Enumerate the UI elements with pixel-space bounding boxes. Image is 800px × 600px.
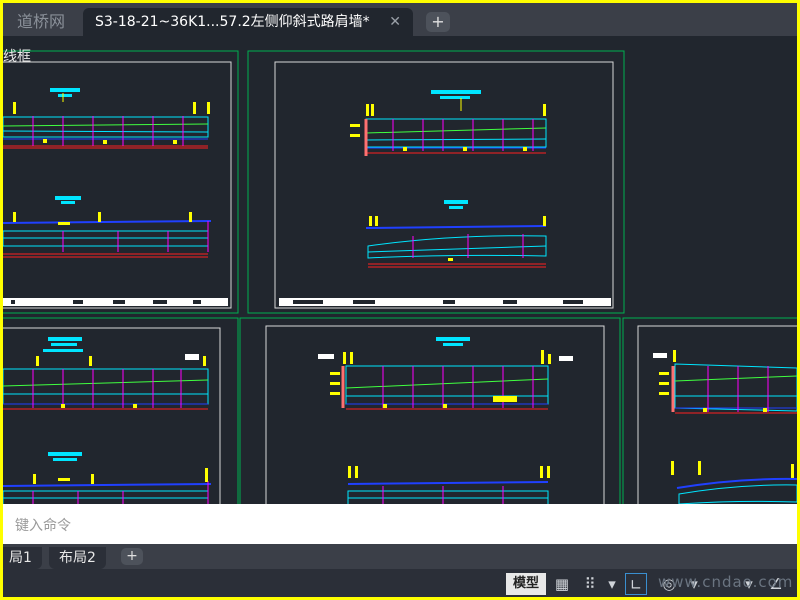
viewport-label[interactable]: 线框: [3, 46, 31, 66]
sheet-frame-3: [3, 317, 239, 504]
command-input-placeholder[interactable]: 键入命令: [15, 515, 71, 535]
snap-icon[interactable]: ⠿: [579, 573, 601, 595]
sheet-inner-1: [3, 61, 232, 309]
dropdown-icon[interactable]: ▾: [601, 573, 623, 595]
tab-active-drawing[interactable]: S3-18-21~36K1...57.2左侧仰斜式路肩墙* ✕: [83, 8, 413, 36]
sheet-frame-5: [622, 317, 797, 504]
grid-icon[interactable]: ▦: [551, 573, 573, 595]
sheet-5-content: [653, 350, 797, 504]
new-tab-button[interactable]: +: [426, 12, 450, 32]
sheet-4-content: [318, 337, 573, 504]
drawing-canvas[interactable]: 线框: [3, 36, 797, 504]
app-window: 道桥网 S3-18-21~36K1...57.2左侧仰斜式路肩墙* ✕ + 线框…: [3, 3, 797, 597]
tab-layout-1[interactable]: 局1: [3, 547, 42, 569]
sheet-frame-4: [239, 317, 621, 504]
status-bar: 模型 ▦ ⠿ ▾ ∟ ◎ ▾ ▾ ∠ www.cndao.com: [3, 569, 797, 597]
cad-drawing: [3, 50, 797, 504]
sheet-frame-1: [3, 50, 239, 314]
tab-daoqiaowang[interactable]: 道桥网: [5, 8, 77, 36]
document-tab-bar: 道桥网 S3-18-21~36K1...57.2左侧仰斜式路肩墙* ✕ +: [3, 3, 797, 36]
watermark: www.cndao.com: [658, 573, 794, 591]
ortho-icon[interactable]: ∟: [625, 573, 647, 595]
sheet-1-content: [3, 88, 228, 306]
layout-tab-bar: 局1 布局2 +: [3, 544, 797, 569]
command-line[interactable]: 键入命令: [3, 504, 797, 544]
sheet-inner-4: [265, 325, 605, 504]
sheet-inner-5: [637, 325, 797, 504]
sheet-3-content: [3, 337, 212, 504]
add-layout-button[interactable]: +: [121, 548, 143, 565]
tab-layout-2[interactable]: 布局2: [49, 547, 106, 569]
close-icon[interactable]: ✕: [389, 8, 401, 36]
sheet-2-content: [279, 90, 611, 306]
tab-title: S3-18-21~36K1...57.2左侧仰斜式路肩墙*: [95, 14, 370, 30]
model-space-button[interactable]: 模型: [506, 573, 546, 595]
